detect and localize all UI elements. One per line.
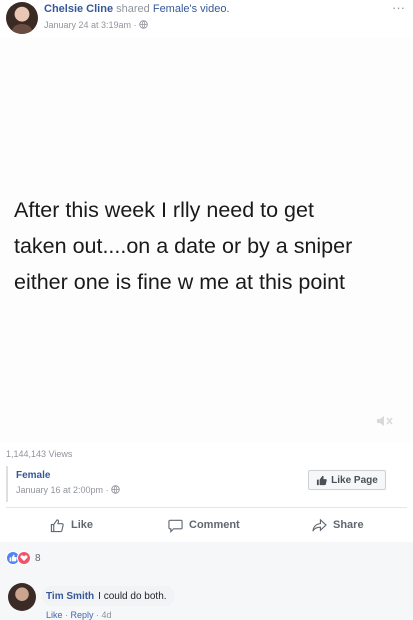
thumbs-up-icon — [317, 475, 327, 485]
reactions-and-comments: 8 Tim Smith I could do both. Like · Repl… — [0, 542, 413, 620]
meta-dot: · — [105, 485, 109, 495]
like-page-label: Like Page — [331, 474, 378, 486]
post-meta: January 24 at 3:19am · — [44, 20, 148, 30]
comment-button[interactable]: Comment — [168, 511, 240, 539]
video-text-line: taken out....on a date or by a sniper — [14, 234, 353, 258]
poster-name-link[interactable]: Chelsie Cline — [44, 3, 113, 15]
poster-line: Chelsie Cline shared Female's video. — [44, 3, 230, 15]
thumbs-up-outline-icon — [50, 518, 64, 532]
video-text-line: either one is fine w me at this point — [14, 270, 346, 294]
poster-avatar[interactable] — [6, 2, 38, 34]
comment-age[interactable]: 4d — [102, 610, 112, 620]
comment-label: Comment — [189, 519, 240, 531]
shared-target-link[interactable]: Female's video. — [153, 3, 230, 15]
comment-reply-link[interactable]: Reply — [71, 610, 94, 620]
video-player[interactable]: After this week I rlly need to get taken… — [0, 38, 413, 442]
source-page-box: Female January 16 at 2:00pm · Like Page — [6, 466, 406, 502]
share-button[interactable]: Share — [312, 511, 364, 539]
video-caption: After this week I rlly need to get taken… — [14, 192, 409, 300]
share-arrow-icon — [312, 518, 327, 531]
globe-icon[interactable] — [139, 20, 148, 29]
video-text-line: After this week I rlly need to get — [14, 198, 314, 222]
post-header: Chelsie Cline shared Female's video. Jan… — [0, 0, 413, 38]
volume-icon[interactable] — [375, 414, 395, 428]
comment-like-link[interactable]: Like — [46, 610, 63, 620]
comment-text: I could do both. — [98, 590, 167, 602]
meta-dot: · — [93, 610, 102, 620]
share-label: Share — [333, 519, 364, 531]
like-button[interactable]: Like — [50, 511, 93, 539]
comment-actions: Like · Reply · 4d — [46, 610, 112, 620]
post-actions: Like Comment Share — [0, 511, 413, 539]
love-reaction-icon — [17, 551, 31, 565]
source-page-name[interactable]: Female — [16, 470, 50, 481]
commenter-avatar[interactable] — [8, 583, 36, 611]
shared-verb: shared — [116, 3, 150, 15]
view-count: 1,144,143 Views — [6, 449, 73, 459]
source-page-timestamp[interactable]: January 16 at 2:00pm — [16, 485, 103, 495]
more-options-icon[interactable]: ··· — [392, 0, 405, 15]
comment-bubble: Tim Smith I could do both. — [42, 586, 175, 606]
comment-icon — [168, 519, 183, 533]
reaction-count: 8 — [35, 552, 41, 564]
meta-dot: · — [133, 20, 137, 30]
meta-dot: · — [62, 610, 71, 620]
like-label: Like — [71, 519, 94, 531]
globe-icon[interactable] — [111, 485, 120, 494]
post-timestamp[interactable]: January 24 at 3:19am — [44, 20, 131, 30]
divider — [6, 507, 407, 508]
source-page-meta: January 16 at 2:00pm · — [16, 485, 120, 495]
like-page-button[interactable]: Like Page — [308, 470, 386, 490]
reaction-summary[interactable]: 8 — [6, 550, 41, 566]
commenter-name-link[interactable]: Tim Smith — [46, 591, 94, 602]
